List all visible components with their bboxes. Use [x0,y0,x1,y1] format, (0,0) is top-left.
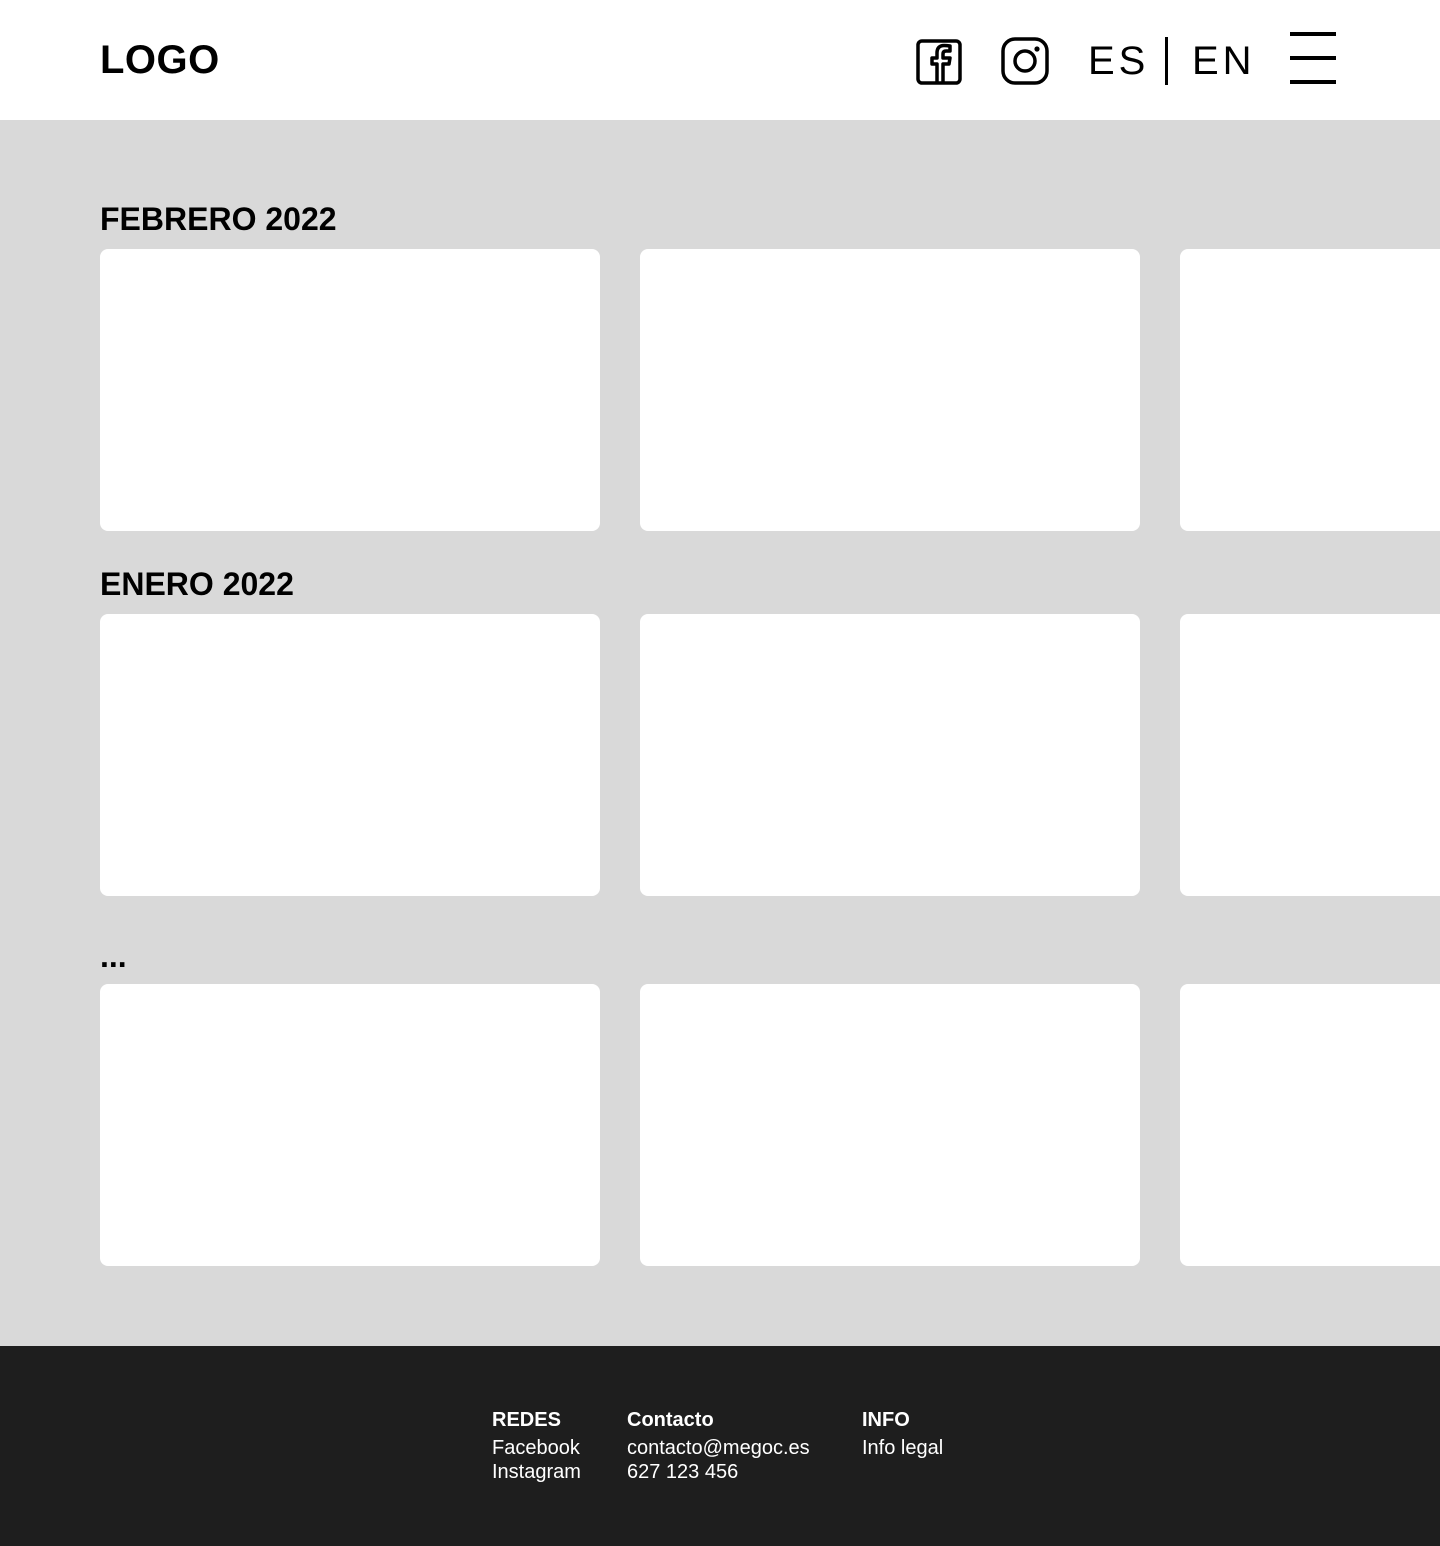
footer-heading-contacto: Contacto [627,1409,714,1431]
card[interactable] [640,614,1140,896]
facebook-icon[interactable] [916,37,964,85]
hamburger-line [1290,32,1336,36]
section-title-enero-2022: ENERO 2022 [100,566,294,602]
footer-column-redes: REDES Facebook Instagram [492,1408,581,1484]
card[interactable] [1180,249,1440,531]
language-es-link[interactable]: ES [1088,37,1149,85]
footer-link-phone[interactable]: 627 123 456 [627,1460,810,1484]
section-title-febrero-2022: FEBRERO 2022 [100,201,337,237]
footer-link-instagram[interactable]: Instagram [492,1460,581,1484]
logo[interactable]: LOGO [100,37,220,83]
card[interactable] [100,984,600,1266]
section-title-more: ... [100,938,127,974]
hamburger-line [1290,56,1336,60]
footer-link-facebook[interactable]: Facebook [492,1436,581,1460]
hamburger-menu-icon[interactable] [1290,32,1336,84]
footer-column-info: INFO Info legal [862,1408,943,1460]
card[interactable] [100,249,600,531]
footer-link-email[interactable]: contacto@megoc.es [627,1436,810,1460]
card[interactable] [100,614,600,896]
instagram-icon[interactable] [1001,37,1049,85]
language-en-link[interactable]: EN [1192,37,1256,85]
card[interactable] [640,984,1140,1266]
card[interactable] [640,249,1140,531]
hamburger-line [1290,80,1336,84]
language-divider [1165,37,1168,85]
footer-link-info-legal[interactable]: Info legal [862,1436,943,1460]
header: LOGO ES EN [0,0,1440,120]
card[interactable] [1180,614,1440,896]
footer-heading-redes: REDES [492,1409,561,1431]
footer-column-contacto: Contacto contacto@megoc.es 627 123 456 [627,1408,810,1484]
card[interactable] [1180,984,1440,1266]
footer-heading-info: INFO [862,1409,910,1431]
footer: REDES Facebook Instagram Contacto contac… [0,1346,1440,1546]
